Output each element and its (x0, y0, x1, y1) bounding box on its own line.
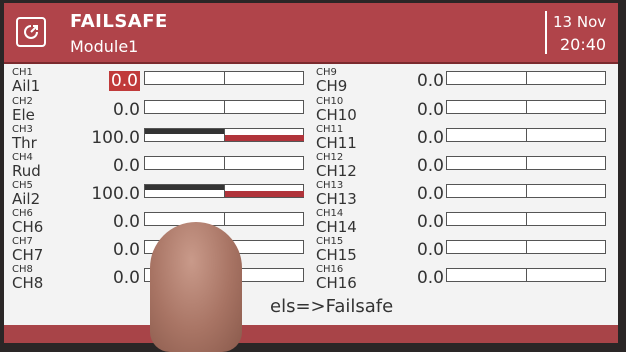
failsafe-value[interactable]: 0.0 (417, 268, 444, 288)
bar-center-line (526, 72, 527, 84)
channel-name: CH14 (316, 218, 357, 236)
channel-name: Ele (12, 106, 35, 124)
date-display: 13 Nov (553, 13, 607, 31)
channel-row: CH12 CH12 0.0 (316, 153, 610, 181)
channel-row: CH11 CH11 0.0 (316, 125, 610, 153)
bar-center-line (224, 72, 225, 84)
channel-name: CH7 (12, 246, 44, 264)
channel-name: CH8 (12, 274, 44, 292)
channel-output-bar (446, 212, 606, 226)
bar-center-line (526, 185, 527, 197)
failsafe-value[interactable]: 0.0 (417, 240, 444, 260)
bar-center-line (526, 101, 527, 113)
failsafe-value[interactable]: 0.0 (417, 184, 444, 204)
channel-output-bar (144, 212, 304, 226)
failsafe-value[interactable]: 0.0 (417, 128, 444, 148)
channel-row: CH5 Ail2 100.0 (12, 181, 308, 209)
channel-row: CH1 Ail1 0.0 (12, 68, 308, 96)
channel-row: CH13 CH13 0.0 (316, 181, 610, 209)
failsafe-value[interactable]: 0.0 (417, 212, 444, 232)
channel-name: Ail2 (12, 190, 41, 208)
failsafe-value[interactable]: 0.0 (113, 240, 140, 260)
bar-center-line (224, 213, 225, 225)
channel-row: CH10 CH10 0.0 (316, 97, 610, 125)
bar-fill-channel (145, 129, 224, 134)
channel-name: CH6 (12, 218, 44, 236)
time-display: 20:40 (560, 35, 607, 54)
channel-output-bar (144, 71, 304, 85)
channel-name: Thr (12, 134, 37, 152)
failsafe-value[interactable]: 0.0 (417, 71, 444, 91)
bar-fill-output (225, 135, 304, 141)
channel-name: CH16 (316, 274, 357, 292)
channel-name: Ail1 (12, 77, 41, 95)
channel-name: CH11 (316, 134, 357, 152)
channel-output-bar (144, 100, 304, 114)
channel-output-bar (446, 184, 606, 198)
finger-overlay (150, 222, 242, 352)
failsafe-value[interactable]: 0.0 (108, 71, 140, 91)
channel-output-bar (144, 184, 304, 198)
channel-row: CH15 CH15 0.0 (316, 237, 610, 265)
failsafe-value[interactable]: 100.0 (91, 184, 140, 204)
channel-name: Rud (12, 162, 41, 180)
back-button[interactable] (16, 17, 46, 47)
failsafe-value[interactable]: 0.0 (113, 212, 140, 232)
failsafe-value[interactable]: 0.0 (417, 156, 444, 176)
channel-name: CH9 (316, 77, 348, 95)
channels-to-failsafe-button[interactable]: els=>Failsafe (270, 296, 393, 317)
back-arrow-icon (24, 25, 38, 39)
channel-row: CH16 CH16 0.0 (316, 265, 610, 293)
bar-center-line (526, 129, 527, 141)
channel-output-bar (446, 268, 606, 282)
channel-output-bar (446, 100, 606, 114)
bar-center-line (224, 157, 225, 169)
channel-output-bar (446, 71, 606, 85)
failsafe-value[interactable]: 100.0 (91, 128, 140, 148)
failsafe-value[interactable]: 0.0 (113, 156, 140, 176)
channel-output-bar (446, 156, 606, 170)
channel-row: CH14 CH14 0.0 (316, 209, 610, 237)
channel-output-bar (446, 128, 606, 142)
bar-center-line (224, 101, 225, 113)
channel-output-bar (144, 128, 304, 142)
channel-row: CH2 Ele 0.0 (12, 97, 308, 125)
channel-name: CH13 (316, 190, 357, 208)
clock-divider (545, 11, 547, 54)
module-name: Module1 (70, 37, 139, 56)
bar-center-line (526, 269, 527, 281)
bar-fill-channel (145, 185, 224, 190)
channel-row: CH4 Rud 0.0 (12, 153, 308, 181)
channel-output-bar (446, 240, 606, 254)
channel-output-bar (144, 156, 304, 170)
channel-row: CH9 CH9 0.0 (316, 68, 610, 96)
bar-center-line (526, 157, 527, 169)
page-title: FAILSAFE (70, 11, 168, 32)
header-bar: FAILSAFE Module1 13 Nov 20:40 (4, 3, 618, 64)
channel-name: CH12 (316, 162, 357, 180)
bottom-bezel-strip (4, 325, 618, 343)
bar-fill-output (225, 191, 304, 197)
failsafe-value[interactable]: 0.0 (113, 268, 140, 288)
bar-center-line (526, 241, 527, 253)
failsafe-value[interactable]: 0.0 (113, 100, 140, 120)
bar-center-line (526, 213, 527, 225)
channel-name: CH15 (316, 246, 357, 264)
failsafe-value[interactable]: 0.0 (417, 100, 444, 120)
channel-row: CH3 Thr 100.0 (12, 125, 308, 153)
channel-row: CH6 CH6 0.0 (12, 209, 308, 237)
channel-name: CH10 (316, 106, 357, 124)
radio-screen: FAILSAFE Module1 13 Nov 20:40 CH1 Ail1 0.0… (4, 3, 618, 343)
